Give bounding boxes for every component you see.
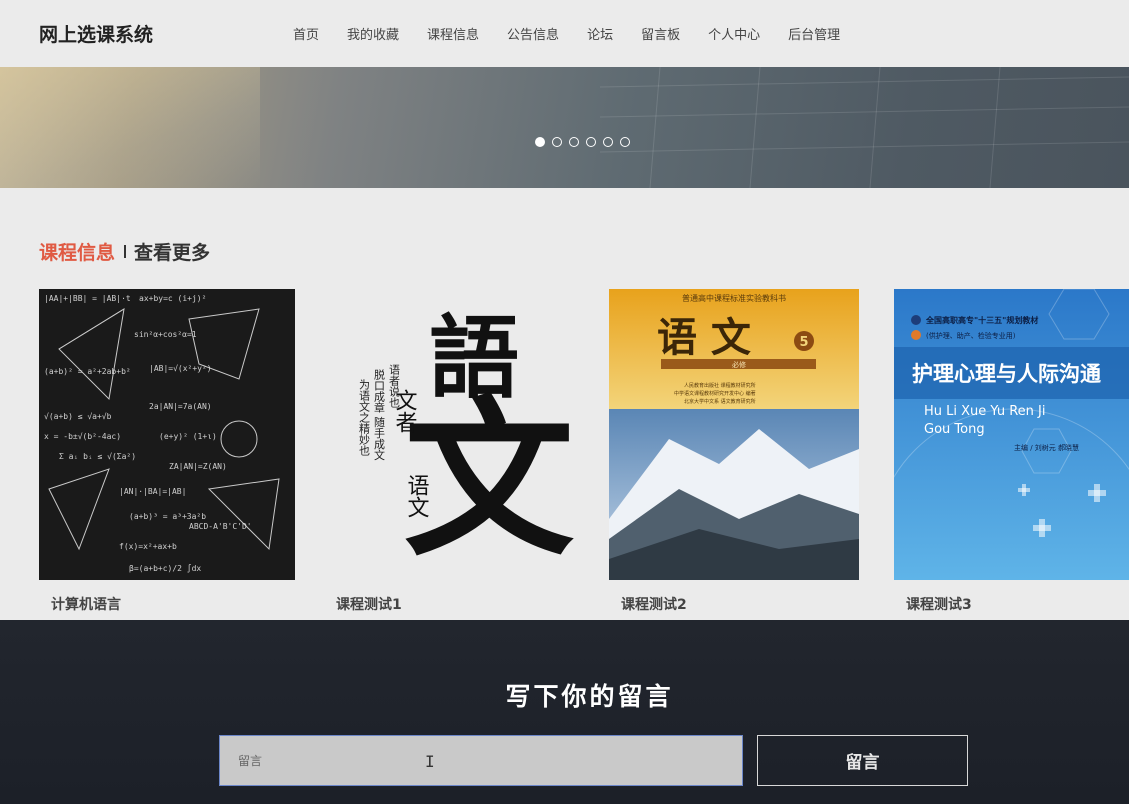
site-brand[interactable]: 网上选课系统 [39, 20, 153, 47]
course-card-image-4[interactable]: 全国高职高专"十三五"规划教材 (供护理、助产、检验专业用) 护理心理与人际沟通… [894, 289, 1129, 580]
svg-text:人民教育出版社 课程教材研究所: 人民教育出版社 课程教材研究所 [684, 382, 756, 389]
submit-message-button[interactable]: 留言 [757, 735, 968, 786]
nav-home[interactable]: 首页 [293, 24, 319, 43]
carousel-dot-3[interactable] [569, 137, 579, 147]
banner-carousel[interactable] [0, 67, 1129, 188]
svg-text:语 文: 语 文 [657, 314, 751, 361]
nav-message-board[interactable]: 留言板 [641, 24, 680, 43]
course-title-1[interactable]: 计算机语言 [51, 594, 121, 614]
nav-admin[interactable]: 后台管理 [788, 24, 840, 43]
svg-text:|AN|·|BA|=|AB|: |AN|·|BA|=|AB| [119, 487, 186, 496]
svg-text:护理心理与人际沟通: 护理心理与人际沟通 [912, 362, 1101, 386]
svg-text:sin²α+cos²α=1: sin²α+cos²α=1 [134, 330, 197, 339]
carousel-dot-4[interactable] [586, 137, 596, 147]
view-more-link[interactable]: 查看更多 [134, 238, 210, 265]
text-cursor-icon: I [425, 752, 435, 771]
carousel-dot-6[interactable] [620, 137, 630, 147]
nav-favorites[interactable]: 我的收藏 [347, 24, 399, 43]
svg-text:ax+by=c (i+j)²: ax+by=c (i+j)² [139, 294, 206, 303]
course-title-3[interactable]: 课程测试2 [621, 594, 687, 614]
section-title: 课程信息 [39, 242, 116, 264]
section-divider [124, 245, 127, 258]
svg-text:2a|AN|=7a(AN): 2a|AN|=7a(AN) [149, 402, 212, 411]
svg-text:主编 / 刘树元 郝晓慧: 主编 / 刘树元 郝晓慧 [1014, 443, 1079, 452]
nav-forum[interactable]: 论坛 [587, 24, 613, 43]
svg-text:必修: 必修 [732, 360, 746, 369]
section-heading: 课程信息 查看更多 [39, 238, 210, 265]
svg-text:f(x)=x²+ax+b: f(x)=x²+ax+b [119, 542, 177, 551]
svg-text:(a+b)³ = a³+3a²b: (a+b)³ = a³+3a²b [129, 512, 206, 521]
course-card-image-2[interactable]: 語 文 文者 语文 为语文之精妙也 脱口成章 随手成文 语者说也 [324, 289, 580, 580]
carousel-indicators [535, 137, 630, 147]
svg-text:为语文之精妙也: 为语文之精妙也 [358, 379, 371, 456]
svg-text:Gou Tong: Gou Tong [924, 422, 985, 437]
chalkboard-math-image: |AA|+|BB| = |AB|·t ax+by=c (i+j)² sin²α+… [39, 289, 295, 580]
svg-text:(e+y)² (1+ι): (e+y)² (1+ι) [159, 432, 217, 441]
svg-text:普通高中课程标准实验教科书: 普通高中课程标准实验教科书 [682, 293, 786, 303]
message-input[interactable] [219, 735, 743, 786]
svg-text:x = -b±√(b²-4ac): x = -b±√(b²-4ac) [44, 432, 121, 441]
svg-text:(a+b)² = a²+2ab+b²: (a+b)² = a²+2ab+b² [44, 367, 131, 376]
svg-text:|AB|=√(x²+y²): |AB|=√(x²+y²) [149, 364, 212, 373]
course-card-image-1[interactable]: |AA|+|BB| = |AB|·t ax+by=c (i+j)² sin²α+… [39, 289, 295, 580]
svg-text:β=(a+b+c)/2 ∫dx: β=(a+b+c)/2 ∫dx [129, 564, 201, 573]
svg-text:5: 5 [799, 335, 808, 350]
svg-text:ZA|AN|=Z(AN): ZA|AN|=Z(AN) [169, 462, 227, 471]
svg-text:文: 文 [404, 380, 574, 580]
svg-text:Σ aᵢ bᵢ ≤ √(Σa²): Σ aᵢ bᵢ ≤ √(Σa²) [59, 452, 136, 461]
nav-announcements[interactable]: 公告信息 [507, 24, 559, 43]
carousel-dot-5[interactable] [603, 137, 613, 147]
svg-text:北京大学中文系 语文教育研究所: 北京大学中文系 语文教育研究所 [684, 398, 756, 405]
svg-text:(供护理、助产、检验专业用): (供护理、助产、检验专业用) [926, 331, 1016, 340]
course-card-image-3[interactable]: 普通高中课程标准实验教科书 语 文 5 必修 人民教育出版社 课程教材研究所 中… [609, 289, 859, 580]
course-title-4[interactable]: 课程测试3 [906, 594, 972, 614]
svg-text:语者说也: 语者说也 [388, 364, 401, 408]
textbook-cover-yuwen-image: 普通高中课程标准实验教科书 语 文 5 必修 人民教育出版社 课程教材研究所 中… [609, 289, 859, 580]
calligraphy-yuwen-image: 語 文 文者 语文 为语文之精妙也 脱口成章 随手成文 语者说也 [324, 289, 580, 580]
svg-text:脱口成章 随手成文: 脱口成章 随手成文 [373, 368, 386, 461]
nav-courses[interactable]: 课程信息 [427, 24, 479, 43]
course-title-2[interactable]: 课程测试1 [336, 594, 402, 614]
svg-text:|AA|+|BB| = |AB|·t: |AA|+|BB| = |AB|·t [44, 294, 131, 303]
svg-text:ABCD-A'B'C'D': ABCD-A'B'C'D' [189, 522, 252, 531]
main-nav: 首页 我的收藏 课程信息 公告信息 论坛 留言板 个人中心 后台管理 [293, 24, 868, 43]
svg-text:中学语文课程教材研究开发中心 编著: 中学语文课程教材研究开发中心 编著 [674, 390, 756, 397]
carousel-dot-2[interactable] [552, 137, 562, 147]
message-section-title: 写下你的留言 [505, 682, 674, 711]
nav-profile[interactable]: 个人中心 [708, 24, 760, 43]
svg-text:√(a+b) ≤ √a+√b: √(a+b) ≤ √a+√b [44, 412, 112, 421]
textbook-cover-nursing-image: 全国高职高专"十三五"规划教材 (供护理、助产、检验专业用) 护理心理与人际沟通… [894, 289, 1129, 580]
carousel-dot-1[interactable] [535, 137, 545, 147]
top-navbar: 网上选课系统 首页 我的收藏 课程信息 公告信息 论坛 留言板 个人中心 后台管… [0, 0, 1129, 67]
svg-text:Hu Li Xue Yu Ren Ji: Hu Li Xue Yu Ren Ji [924, 404, 1046, 419]
svg-text:语文: 语文 [404, 474, 430, 518]
banner-decoration [600, 67, 1129, 188]
svg-text:全国高职高专"十三五"规划教材: 全国高职高专"十三五"规划教材 [925, 315, 1038, 325]
